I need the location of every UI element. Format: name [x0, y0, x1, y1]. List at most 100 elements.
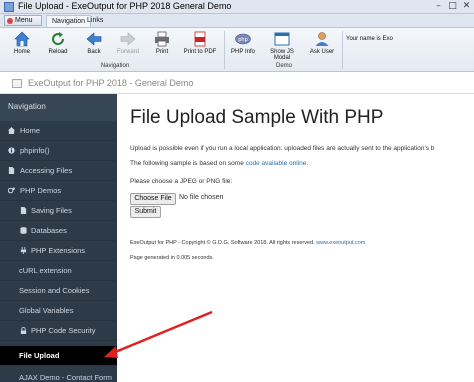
- sidebar-header-label: Navigation: [8, 102, 46, 111]
- ribbon-tab-row: Menu Navigation Links: [0, 14, 474, 27]
- footer-copyright: ExeOutput for PHP - Copyright © G.D.G. S…: [130, 240, 365, 246]
- sidebar-item-curl-extension[interactable]: cURL extension: [0, 261, 117, 281]
- menu-button[interactable]: Menu: [4, 15, 42, 26]
- code-available-online-link[interactable]: code available online: [246, 160, 307, 167]
- sidebar-item-php-code-security[interactable]: PHP Code Security: [0, 321, 117, 341]
- sidebar-item-global-variables[interactable]: Global Variables: [0, 301, 117, 321]
- window-title: File Upload - ExeOutput for PHP 2018 Gen…: [18, 1, 232, 11]
- print-button[interactable]: Print: [146, 31, 178, 61]
- database-icon: [20, 227, 27, 234]
- sample-text-suffix: .: [306, 160, 309, 167]
- file-icon: [20, 207, 27, 214]
- sidebar-header: Navigation: [0, 94, 117, 121]
- sidebar-item-session-and-cookies[interactable]: Session and Cookies: [0, 281, 117, 301]
- group-separator: [342, 31, 343, 69]
- menu-icon: [7, 18, 13, 24]
- group-label-navigation: Navigation: [100, 63, 130, 69]
- sidebar-item-home[interactable]: Home: [0, 121, 117, 141]
- ask-user-button[interactable]: Ask User: [306, 31, 338, 61]
- app-icon: [4, 2, 14, 12]
- home-icon: [14, 31, 30, 47]
- app-header-title: ExeOutput for PHP 2018 - General Demo: [28, 78, 194, 88]
- sidebar-item-saving-files[interactable]: Saving Files: [0, 201, 117, 221]
- plug-icon: [20, 247, 27, 254]
- print-to-pdf-button[interactable]: Print to PDF: [180, 31, 220, 61]
- sidebar-item-accessing-files[interactable]: Accessing Files: [0, 161, 117, 181]
- main-content: File Upload Sample With PHP Upload is po…: [117, 94, 474, 382]
- sidebar-item-label: Accessing Files: [20, 166, 73, 175]
- group-separator: [224, 31, 225, 69]
- app-header-bar: ExeOutput for PHP 2018 - General Demo: [0, 73, 474, 94]
- info-icon: [8, 147, 15, 154]
- sidebar-item-label: cURL extension: [19, 266, 72, 275]
- page-title: File Upload Sample With PHP: [130, 107, 384, 128]
- home-icon: [8, 127, 15, 134]
- sidebar-item-ajax-demo[interactable]: AJAX Demo - Contact Form: [0, 368, 117, 382]
- sidebar-item-php-demos[interactable]: PHP Demos: [0, 181, 117, 201]
- app-logo-icon: [12, 79, 22, 88]
- sidebar-item-label: Home: [20, 126, 41, 135]
- no-file-chosen-text: No file chosen: [179, 194, 224, 201]
- sidebar-item-label: PHP Code Security: [31, 326, 96, 335]
- group-label-demo: Demo: [275, 63, 292, 69]
- forward-label: Forward: [116, 49, 139, 55]
- ask-user-label: Ask User: [309, 49, 335, 55]
- sidebar-item-label: Global Variables: [19, 306, 74, 315]
- reload-button[interactable]: Reload: [42, 31, 74, 61]
- exeoutput-link[interactable]: www.exeoutput.com: [316, 240, 365, 246]
- modal-window-icon: [274, 32, 290, 46]
- sidebar-item-label: PHP Demos: [20, 186, 62, 195]
- menu-label: Menu: [15, 17, 33, 24]
- page-generated-text: Page generated in 0.005 seconds.: [130, 255, 214, 261]
- sidebar-item-php-extensions[interactable]: PHP Extensions: [0, 241, 117, 261]
- sample-text-prefix: The following sample is based on some: [130, 160, 246, 167]
- home-button[interactable]: Home: [6, 31, 38, 61]
- sidebar-item-label: Databases: [31, 226, 67, 235]
- maximize-icon[interactable]: □: [446, 1, 459, 12]
- print-label: Print: [155, 49, 169, 55]
- minimize-icon[interactable]: –: [432, 1, 445, 12]
- printer-icon: [155, 31, 169, 47]
- file-icon: [8, 167, 15, 174]
- svg-text:php: php: [238, 37, 248, 43]
- sidebar-item-phpinfo[interactable]: phpinfo(): [0, 141, 117, 161]
- back-label: Back: [87, 49, 101, 55]
- title-bar: File Upload - ExeOutput for PHP 2018 Gen…: [0, 0, 474, 14]
- show-js-modal-button[interactable]: Show JS Modal: [262, 31, 302, 61]
- back-button[interactable]: Back: [78, 31, 110, 61]
- show-js-modal-label: Show JS Modal: [270, 49, 294, 61]
- sample-text: The following sample is based on some co…: [130, 160, 308, 167]
- sidebar-item-label: PHP Extensions: [31, 246, 86, 255]
- reload-label: Reload: [48, 49, 68, 55]
- sidebar-item-label: AJAX Demo - Contact Form: [19, 373, 112, 382]
- sidebar-item-label: File Upload: [19, 351, 60, 360]
- tab-links[interactable]: Links: [82, 15, 108, 27]
- sidebar-item-label: Session and Cookies: [19, 286, 90, 295]
- forward-arrow-icon: [120, 32, 136, 46]
- php-info-label: PHP Info: [231, 49, 255, 55]
- php-icon: php: [235, 33, 251, 45]
- footer-copyright-text: ExeOutput for PHP - Copyright © G.D.G. S…: [130, 240, 317, 246]
- choose-prompt: Please choose a JPEG or PNG file:: [130, 178, 233, 185]
- forward-button[interactable]: Forward: [110, 31, 146, 61]
- pdf-icon: [194, 31, 206, 47]
- back-arrow-icon: [86, 32, 102, 46]
- gears-icon: [8, 187, 15, 194]
- sidebar-item-label: Saving Files: [31, 206, 72, 215]
- ribbon: Home Reload Back Forward Print Print to …: [0, 27, 474, 72]
- user-name-text: Your name is Exo: [346, 36, 393, 42]
- php-info-button[interactable]: php PHP Info: [228, 31, 258, 61]
- close-icon[interactable]: ✕: [460, 1, 473, 12]
- user-icon: [315, 32, 329, 46]
- print-to-pdf-label: Print to PDF: [183, 49, 217, 55]
- sidebar-item-label: phpinfo(): [20, 146, 50, 155]
- choose-file-button[interactable]: Choose File: [130, 193, 176, 205]
- sidebar: Navigation Home phpinfo() Accessing File…: [0, 94, 117, 382]
- lock-icon: [20, 327, 27, 334]
- home-label: Home: [13, 49, 30, 55]
- sidebar-item-file-upload[interactable]: File Upload: [0, 346, 117, 366]
- intro-text: Upload is possible even if you run a loc…: [130, 145, 435, 152]
- sidebar-item-databases[interactable]: Databases: [0, 221, 117, 241]
- reload-icon: [52, 32, 65, 46]
- submit-button[interactable]: Submit: [130, 206, 161, 218]
